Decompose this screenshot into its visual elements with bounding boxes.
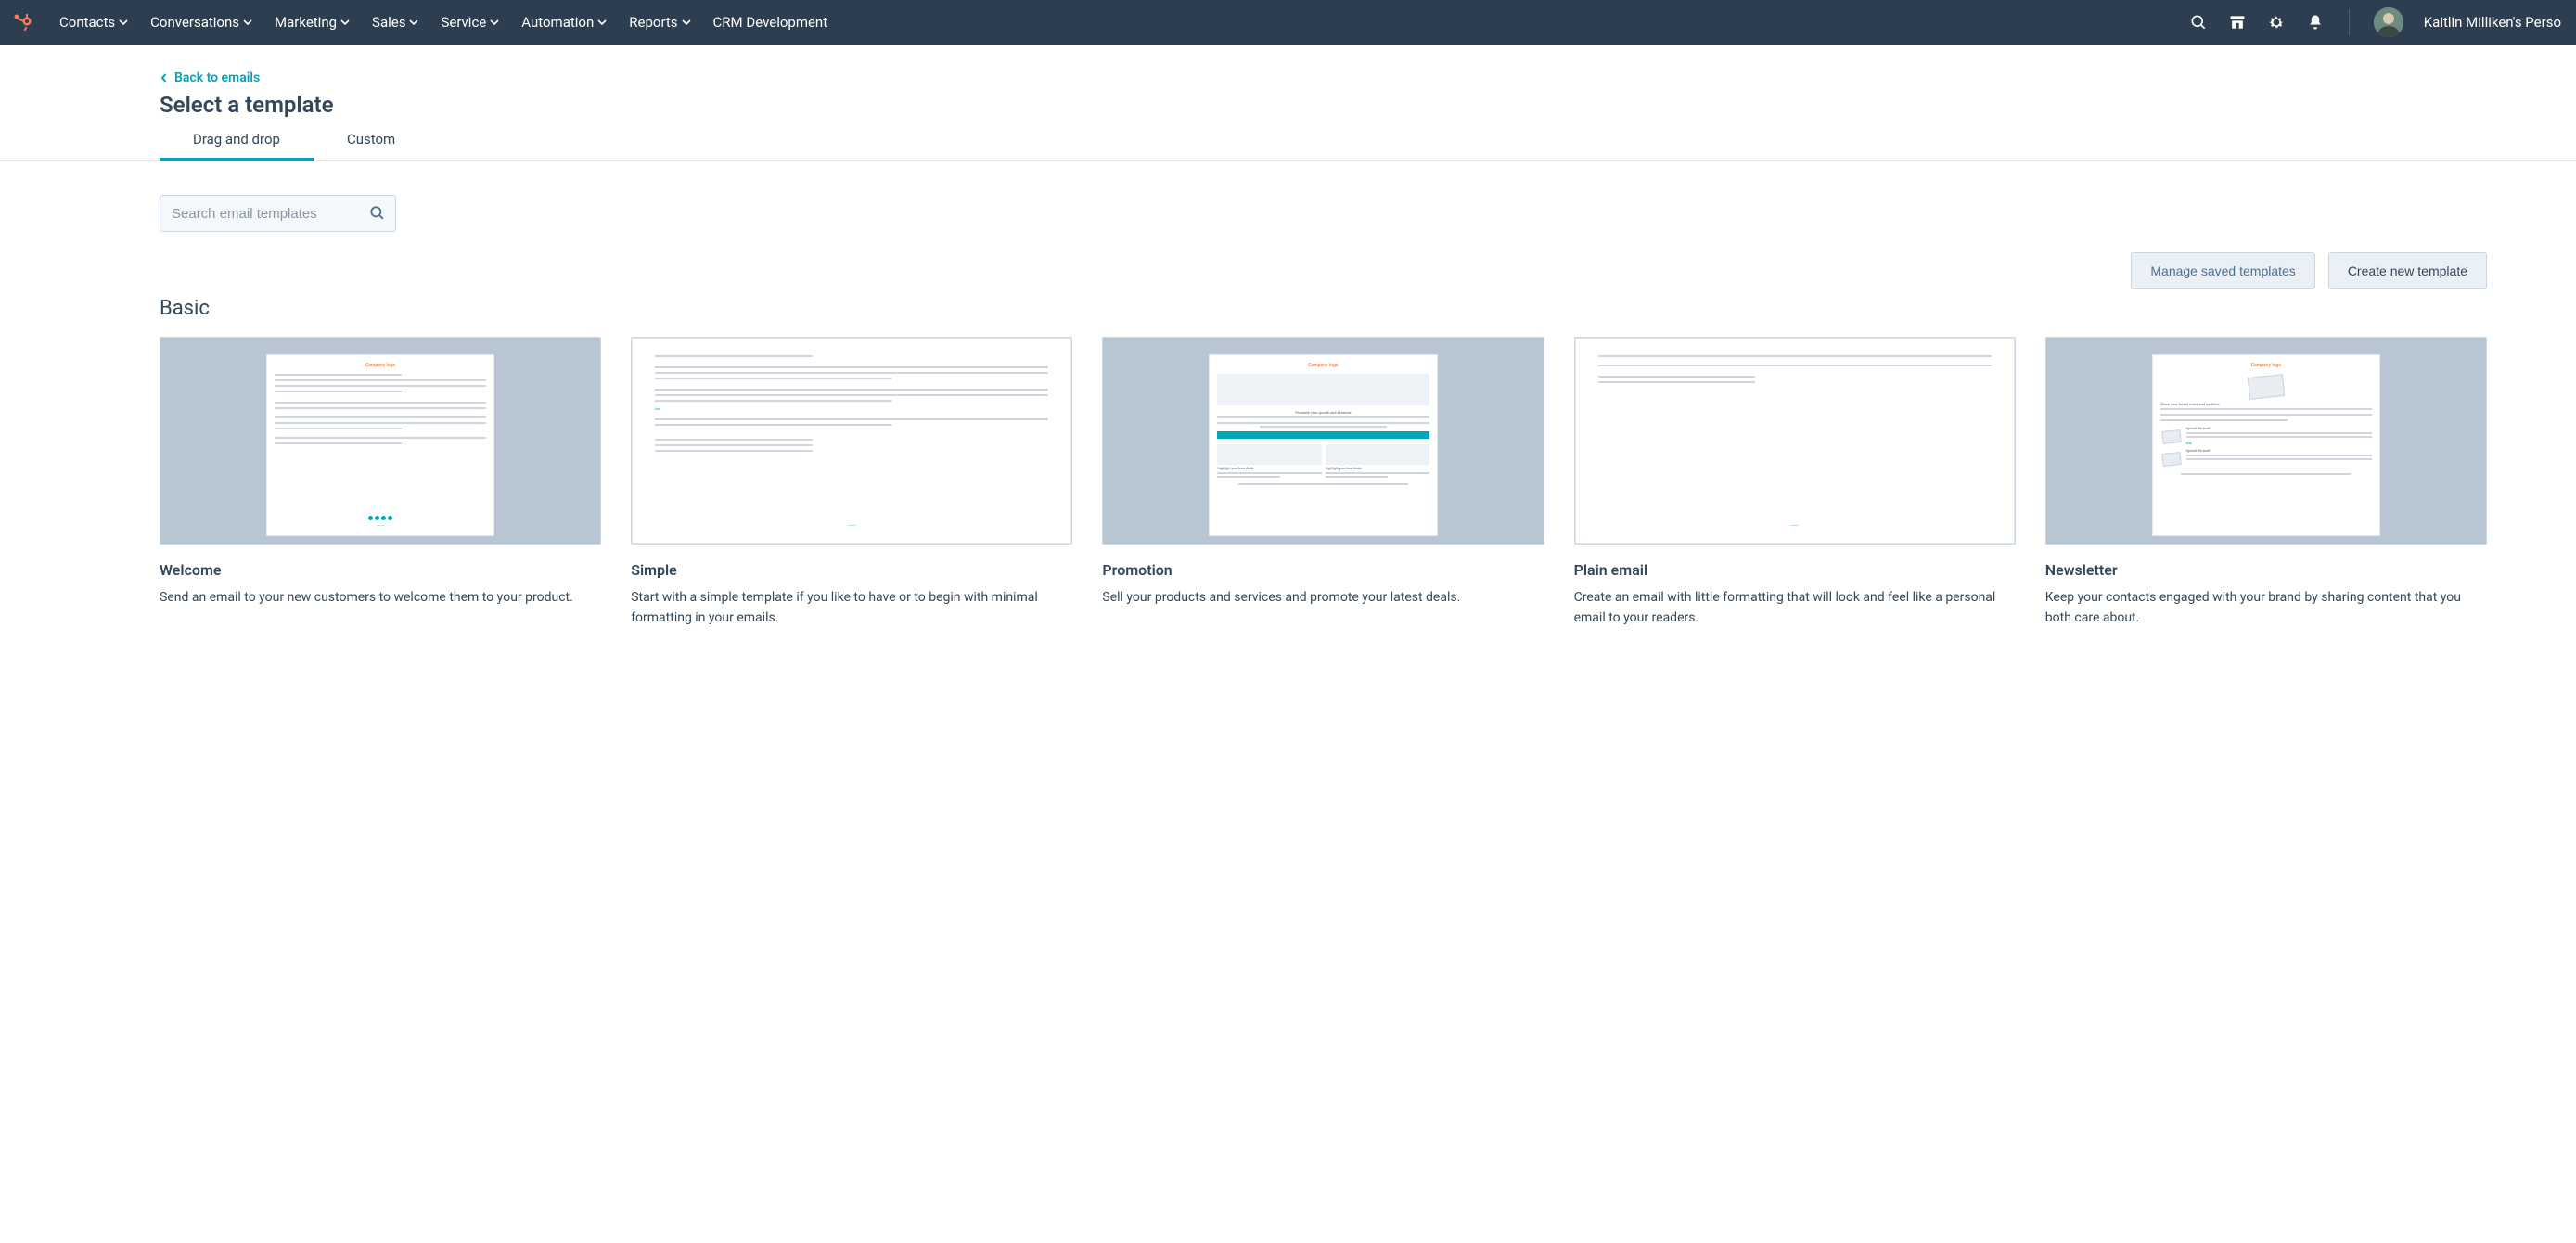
template-card-simple[interactable]: link ─── Simple Start with a simple temp… [631, 337, 1072, 628]
nav-sales[interactable]: Sales [372, 14, 418, 31]
template-title: Plain email [1574, 561, 2016, 579]
chevron-left-icon [160, 73, 169, 83]
chevron-down-icon [243, 14, 252, 31]
chevron-down-icon [490, 14, 499, 31]
top-nav: Contacts Conversations Marketing Sales Servi… [0, 0, 2576, 45]
nav-item-label: Marketing [275, 14, 337, 31]
chevron-down-icon [409, 14, 418, 31]
template-title: Welcome [160, 561, 601, 579]
template-desc: Create an email with little formatting t… [1574, 588, 2016, 628]
chevron-down-icon [682, 14, 691, 31]
nav-right: Kaitlin Milliken's Perso [2189, 7, 2561, 37]
manage-saved-templates-button[interactable]: Manage saved templates [2131, 252, 2314, 289]
bell-icon[interactable] [2306, 13, 2325, 32]
template-card-welcome[interactable]: Company logo ─── Welcome Send an email t… [160, 337, 601, 628]
template-thumb: Company logo Share your latest news and … [2045, 337, 2487, 545]
nav-item-label: Reports [629, 14, 677, 31]
nav-item-label: Service [441, 14, 486, 31]
nav-item-label: Conversations [150, 14, 239, 31]
template-desc: Sell your products and services and prom… [1102, 588, 1544, 609]
thumb-company-logo: Company logo [275, 363, 487, 368]
chevron-down-icon [597, 14, 607, 31]
nav-item-label: Automation [521, 14, 594, 31]
back-to-emails-link[interactable]: Back to emails [160, 70, 260, 85]
nav-contacts[interactable]: Contacts [59, 14, 128, 31]
template-card-promotion[interactable]: Company logo Promote your goods and serv… [1102, 337, 1544, 628]
gear-icon[interactable] [2267, 13, 2286, 32]
template-title: Promotion [1102, 561, 1544, 579]
avatar[interactable] [2374, 7, 2403, 37]
template-thumb: ─── [1574, 337, 2016, 545]
tab-custom[interactable]: Custom [314, 118, 429, 160]
chevron-down-icon [119, 14, 128, 31]
template-cards: Company logo ─── Welcome Send an email t… [160, 337, 2487, 628]
template-desc: Start with a simple template if you like… [631, 588, 1072, 628]
template-card-plain-email[interactable]: ─── Plain email Create an email with lit… [1574, 337, 2016, 628]
nav-item-label: Sales [372, 14, 405, 31]
create-new-template-button[interactable]: Create new template [2328, 252, 2487, 289]
search-templates [160, 195, 396, 232]
back-link-label: Back to emails [174, 70, 260, 85]
template-thumb: link ─── [631, 337, 1072, 545]
nav-links: Contacts Conversations Marketing Sales Servi… [59, 14, 2189, 31]
template-thumb: Company logo Promote your goods and serv… [1102, 337, 1544, 545]
section-title: Basic [160, 297, 2487, 320]
hubspot-logo-icon[interactable] [11, 11, 33, 33]
nav-marketing[interactable]: Marketing [275, 14, 350, 31]
page-title: Select a template [160, 92, 2487, 118]
tabs: Drag and dropCustom [0, 118, 2576, 161]
nav-conversations[interactable]: Conversations [150, 14, 252, 31]
tab-drag-and-drop[interactable]: Drag and drop [160, 118, 314, 160]
template-desc: Keep your contacts engaged with your bra… [2045, 588, 2487, 628]
template-desc: Send an email to your new customers to w… [160, 588, 601, 609]
template-actions: Manage saved templates Create new templa… [160, 252, 2487, 289]
template-card-newsletter[interactable]: Company logo Share your latest news and … [2045, 337, 2487, 628]
nav-divider [2349, 9, 2350, 35]
thumb-company-logo: Company logo [1217, 363, 1429, 368]
nav-item-label: Contacts [59, 14, 115, 31]
thumb-company-logo: Company logo [2160, 363, 2373, 368]
user-name[interactable]: Kaitlin Milliken's Perso [2424, 14, 2561, 31]
nav-service[interactable]: Service [441, 14, 499, 31]
nav-reports[interactable]: Reports [629, 14, 690, 31]
search-input[interactable] [160, 195, 396, 232]
chevron-down-icon [340, 14, 350, 31]
marketplace-icon[interactable] [2228, 13, 2247, 32]
template-thumb: Company logo ─── [160, 337, 601, 545]
nav-automation[interactable]: Automation [521, 14, 607, 31]
template-title: Simple [631, 561, 1072, 579]
search-icon[interactable] [2189, 13, 2208, 32]
nav-item-label: CRM Development [713, 14, 828, 31]
search-icon[interactable] [368, 204, 387, 223]
nav-crm-development[interactable]: CRM Development [713, 14, 828, 31]
template-title: Newsletter [2045, 561, 2487, 579]
